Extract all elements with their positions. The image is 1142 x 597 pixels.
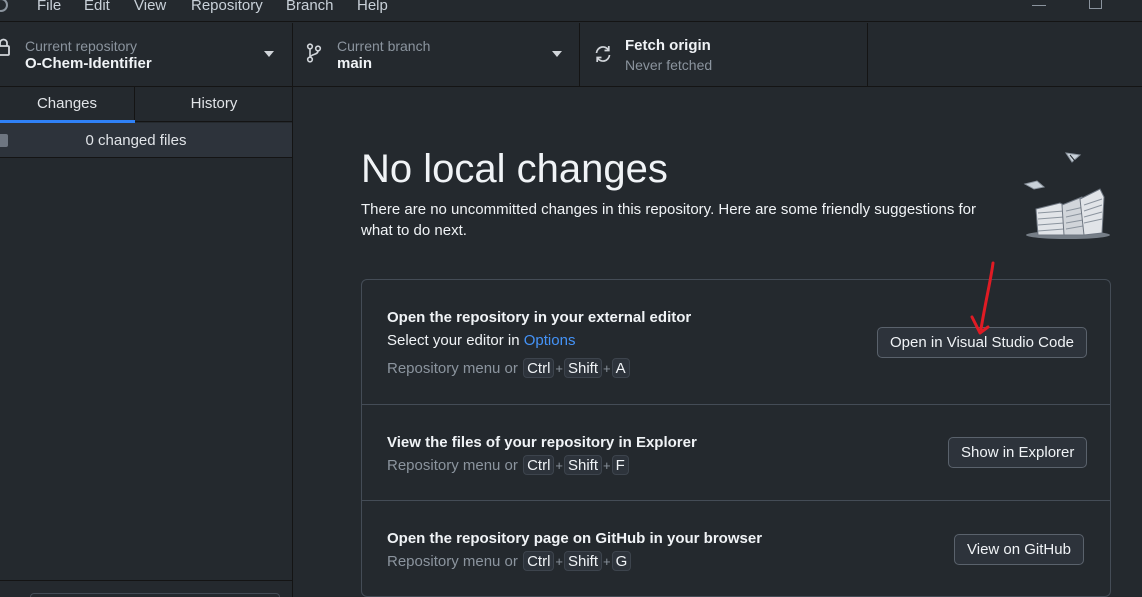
- branch-chevron-down-icon: [552, 51, 562, 57]
- key-g: G: [611, 551, 632, 571]
- commit-summary-input[interactable]: [30, 593, 280, 597]
- menu-view[interactable]: View: [134, 0, 166, 14]
- repository-chevron-down-icon: [264, 51, 274, 57]
- shortcut-hint: Repository menu or Ctrl + Shift + F: [387, 455, 630, 475]
- options-link[interactable]: Options: [524, 332, 576, 349]
- key-shift: Shift: [564, 551, 603, 571]
- changed-files-count: 0 changed files: [85, 132, 187, 149]
- menu-help[interactable]: Help: [357, 0, 388, 14]
- fetch-origin-button[interactable]: Fetch origin Never fetched: [580, 23, 868, 86]
- key-f: F: [611, 455, 629, 475]
- current-repository-button[interactable]: Current repository O-Chem-Identifier: [0, 23, 293, 86]
- changes-sidebar: Changes History 0 changed files: [0, 87, 293, 597]
- suggestion-title: Open the repository page on GitHub in yo…: [387, 530, 763, 547]
- current-branch-button[interactable]: Current branch main: [293, 23, 580, 86]
- current-repository-label: Current repository: [25, 38, 138, 54]
- menu-file[interactable]: File: [37, 0, 61, 14]
- suggestion-description: Select your editor in Options: [387, 332, 575, 349]
- toolbar: Current repository O-Chem-Identifier Cur…: [0, 23, 1142, 87]
- menu-bar: File Edit View Repository Branch Help: [0, 0, 1142, 22]
- branch-icon: [306, 43, 322, 63]
- key-a: A: [611, 358, 630, 378]
- lock-icon: [0, 38, 10, 56]
- suggestion-title: Open the repository in your external edi…: [387, 309, 692, 326]
- suggestion-title: View the files of your repository in Exp…: [387, 434, 697, 451]
- sync-icon: [595, 46, 611, 62]
- view-on-github-button[interactable]: View on GitHub: [954, 534, 1084, 565]
- shortcut-hint: Repository menu or Ctrl + Shift + G: [387, 551, 632, 571]
- red-arrow-annotation-icon: [970, 261, 995, 335]
- current-repository-name: O-Chem-Identifier: [25, 55, 152, 72]
- fetch-status: Never fetched: [625, 57, 713, 73]
- github-logo-icon: [0, 0, 8, 12]
- fetch-origin-label: Fetch origin: [625, 37, 711, 54]
- suggestion-desc-text: Select your editor in: [387, 332, 524, 349]
- key-shift: Shift: [564, 455, 603, 475]
- menu-repository[interactable]: Repository: [191, 0, 263, 14]
- suggestion-show-explorer: View the files of your repository in Exp…: [362, 405, 1110, 501]
- show-in-explorer-button[interactable]: Show in Explorer: [948, 437, 1088, 468]
- shortcut-prefix: Repository menu or: [387, 553, 518, 570]
- commit-area-divider: [0, 580, 292, 581]
- tab-changes-label: Changes: [36, 95, 98, 112]
- page-title: No local changes: [361, 147, 668, 191]
- key-ctrl: Ctrl: [523, 358, 555, 378]
- page-subtitle: There are no uncommitted changes in this…: [361, 201, 977, 239]
- suggestion-view-github: Open the repository page on GitHub in yo…: [362, 501, 1110, 597]
- tab-history-label: History: [190, 95, 238, 112]
- menu-edit[interactable]: Edit: [84, 0, 110, 14]
- key-shift: Shift: [564, 358, 603, 378]
- shortcut-hint: Repository menu or Ctrl + Shift + A: [387, 358, 631, 378]
- shortcut-prefix: Repository menu or: [387, 360, 518, 377]
- main-content: No local changes There are no uncommitte…: [294, 87, 1142, 597]
- key-ctrl: Ctrl: [523, 551, 555, 571]
- current-branch-name: main: [337, 55, 373, 72]
- empty-state-illustration-icon: [1023, 152, 1110, 239]
- minimize-icon[interactable]: [1032, 5, 1046, 6]
- tab-changes[interactable]: Changes: [0, 87, 135, 123]
- maximize-icon[interactable]: [1089, 0, 1102, 9]
- key-ctrl: Ctrl: [523, 455, 555, 475]
- changed-files-header: 0 changed files: [0, 123, 292, 158]
- current-branch-label: Current branch: [337, 38, 431, 54]
- sidebar-tabs: Changes History: [0, 87, 292, 123]
- shortcut-prefix: Repository menu or: [387, 457, 518, 474]
- menu-branch[interactable]: Branch: [286, 0, 334, 14]
- tab-history[interactable]: History: [136, 87, 292, 122]
